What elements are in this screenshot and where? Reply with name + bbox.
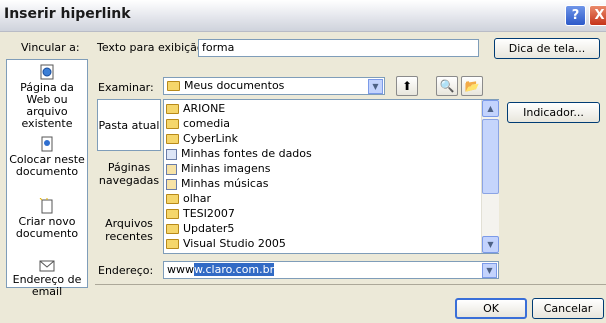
place-browsed-pages-label: Páginas navegadas [98,161,160,187]
address-label: Endereço: [98,264,154,277]
up-folder-button[interactable]: ⬆ [396,76,418,96]
list-item[interactable]: Updater5 [166,223,234,235]
file-list[interactable]: ARIONE comedia CyberLink Minhas fontes d… [163,99,499,254]
link-to-new-document[interactable]: Criar novo documento [7,198,87,242]
places-bar: Pasta atual Páginas navegadas Arquivos r… [97,99,161,253]
close-icon: X [594,8,605,23]
dialog-title: Inserir hiperlink [4,6,131,22]
scroll-up-icon[interactable]: ▲ [482,100,499,117]
chevron-down-icon[interactable]: ▼ [368,79,383,94]
file-list-scrollbar[interactable]: ▲ ▼ [481,100,499,253]
ok-button[interactable]: OK [455,298,527,319]
folder-icon [166,104,179,114]
link-to-bar: Página da Web ou arquivo existente Coloc… [6,59,88,298]
screen-tip-button[interactable]: Dica de tela... [494,38,600,59]
link-to-web-page[interactable]: Página da Web ou arquivo existente [7,64,87,130]
help-button[interactable]: ? [565,5,586,26]
browse-web-icon: 🔍 [439,79,455,93]
help-icon: ? [571,8,580,23]
link-to-email[interactable]: Endereço de email [7,258,87,298]
place-browsed-pages[interactable]: Páginas navegadas [97,161,161,191]
browse-file-button[interactable]: 📂 [461,76,483,96]
place-recent-files-label: Arquivos recentes [105,217,153,243]
list-item[interactable]: Minhas fontes de dados [166,148,312,160]
list-item[interactable]: olhar [166,193,211,205]
browse-web-button[interactable]: 🔍 [436,76,458,96]
address-value-selected: w.claro.com.br [194,263,275,276]
scroll-thumb[interactable] [482,119,499,194]
close-button[interactable]: X [589,5,606,26]
list-item[interactable]: TESI2007 [166,208,235,220]
address-value-prefix: www [167,263,194,276]
link-to-web-page-label: Página da Web ou arquivo existente [20,81,74,130]
separator [95,284,606,285]
look-in-combo[interactable]: Meus documentos ▼ [163,77,385,95]
list-item[interactable]: Visual Studio 2005 [166,238,286,250]
link-to-new-document-label: Criar novo documento [15,215,79,240]
link-to-this-document-label: Colocar neste documento [9,153,85,178]
open-folder-icon: 📂 [464,79,480,93]
list-item-label: Updater5 [183,222,235,235]
scroll-down-icon[interactable]: ▼ [482,236,499,253]
folder-icon [166,239,179,249]
list-item-label: comedia [183,117,231,130]
list-item-label: Visual Studio 2005 [183,237,286,250]
list-item-label: CyberLink [183,132,238,145]
list-item[interactable]: ARIONE [166,103,225,115]
list-item[interactable]: Minhas músicas [166,178,268,190]
list-item[interactable]: comedia [166,118,230,130]
globe-page-icon [40,64,54,80]
list-item-label: Minhas imagens [181,162,271,175]
list-item-label: Minhas músicas [181,177,269,190]
pictures-folder-icon [166,163,177,175]
folder-icon [167,81,180,91]
cancel-button[interactable]: Cancelar [532,298,604,319]
list-item[interactable]: CyberLink [166,133,238,145]
list-item-label: Minhas fontes de dados [181,147,312,160]
place-current-folder-label: Pasta atual [98,119,160,132]
email-icon [39,260,55,272]
folder-icon [166,134,179,144]
link-to-email-label: Endereço de email [12,273,82,298]
display-text-input[interactable]: forma [198,39,479,57]
address-input[interactable]: wwww.claro.com.br ▼ [163,261,499,279]
list-item-label: olhar [183,192,212,205]
list-item-label: ARIONE [183,102,226,115]
folder-icon [166,224,179,234]
display-text-label: Texto para exibição: [97,41,208,54]
chevron-down-icon[interactable]: ▼ [482,263,497,278]
data-sources-icon [166,148,177,160]
link-to-this-document[interactable]: Colocar neste documento [7,136,87,180]
music-folder-icon [166,178,177,190]
up-folder-icon: ⬆ [401,79,413,93]
document-place-icon [41,136,53,152]
list-item[interactable]: Minhas imagens [166,163,270,175]
folder-icon [166,194,179,204]
folder-icon [166,119,179,129]
new-document-icon [39,198,53,214]
folder-icon [166,209,179,219]
look-in-label: Examinar: [98,81,154,94]
list-item-label: TESI2007 [183,207,235,220]
place-recent-files[interactable]: Arquivos recentes [97,217,161,247]
link-to-label: Vincular a: [21,41,80,54]
bookmark-button[interactable]: Indicador... [507,102,600,123]
look-in-value: Meus documentos [184,79,285,92]
place-current-folder[interactable]: Pasta atual [97,99,161,151]
